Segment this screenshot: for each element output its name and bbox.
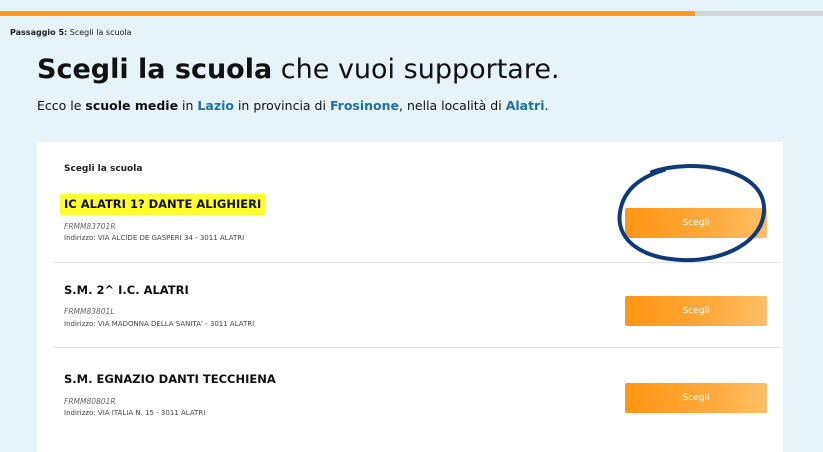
subtitle-province: Frosinone: [329, 98, 400, 113]
page-title-bold: Scegli la scuola: [37, 54, 273, 85]
subtitle-text: .: [544, 98, 549, 113]
page-subtitle: Ecco le scuole medie in Lazio in provinc…: [37, 98, 549, 113]
school-address: Indirizzo: VIA ALCIDE DE GASPERI 34 - 30…: [64, 234, 245, 242]
choose-school-button[interactable]: Scegli: [625, 296, 767, 326]
choose-school-button[interactable]: Scegli: [625, 208, 767, 238]
subtitle-text: in provincia di: [233, 98, 330, 113]
school-code: FRMM83801L: [64, 307, 115, 316]
subtitle-school-type: scuole medie: [85, 98, 179, 113]
page-title-rest: che vuoi supportare.: [280, 54, 560, 85]
school-address: Indirizzo: VIA ITALIA N. 15 - 3011 ALATR…: [64, 409, 206, 417]
step-indicator: Passaggio 5: Scegli la scuola: [10, 28, 132, 37]
card-heading: Scegli la scuola: [64, 164, 143, 174]
progress-bar: [0, 11, 823, 16]
step-label: Passaggio 5:: [10, 28, 68, 37]
school-list-card: Scegli la scuola IC ALATRI 1? DANTE ALIG…: [37, 142, 783, 452]
school-name: S.M. 2^ I.C. ALATRI: [64, 283, 189, 297]
page-title: Scegli la scuola che vuoi supportare.: [37, 54, 560, 85]
school-item: S.M. 2^ I.C. ALATRI FRMM83801L Indirizzo…: [53, 263, 781, 348]
school-address: Indirizzo: VIA MADONNA DELLA SANITA' - 3…: [64, 320, 255, 328]
step-text: Scegli la scuola: [69, 28, 132, 37]
school-item: S.M. EGNAZIO DANTI TECCHIENA FRMM80801R …: [53, 348, 781, 432]
school-code: FRMM83701R: [64, 222, 116, 231]
subtitle-text: in: [178, 98, 198, 113]
school-name: IC ALATRI 1? DANTE ALIGHIERI: [60, 194, 266, 215]
subtitle-text: , nella località di: [399, 98, 506, 113]
subtitle-text: Ecco le: [37, 98, 86, 113]
school-code: FRMM80801R: [64, 397, 116, 406]
school-name: S.M. EGNAZIO DANTI TECCHIENA: [64, 372, 276, 386]
school-item: IC ALATRI 1? DANTE ALIGHIERI FRMM83701R …: [53, 178, 781, 263]
choose-school-button[interactable]: Scegli: [625, 383, 767, 413]
subtitle-region: Lazio: [197, 98, 234, 113]
progress-bar-fill: [0, 11, 696, 16]
subtitle-town: Alatri: [505, 98, 545, 113]
